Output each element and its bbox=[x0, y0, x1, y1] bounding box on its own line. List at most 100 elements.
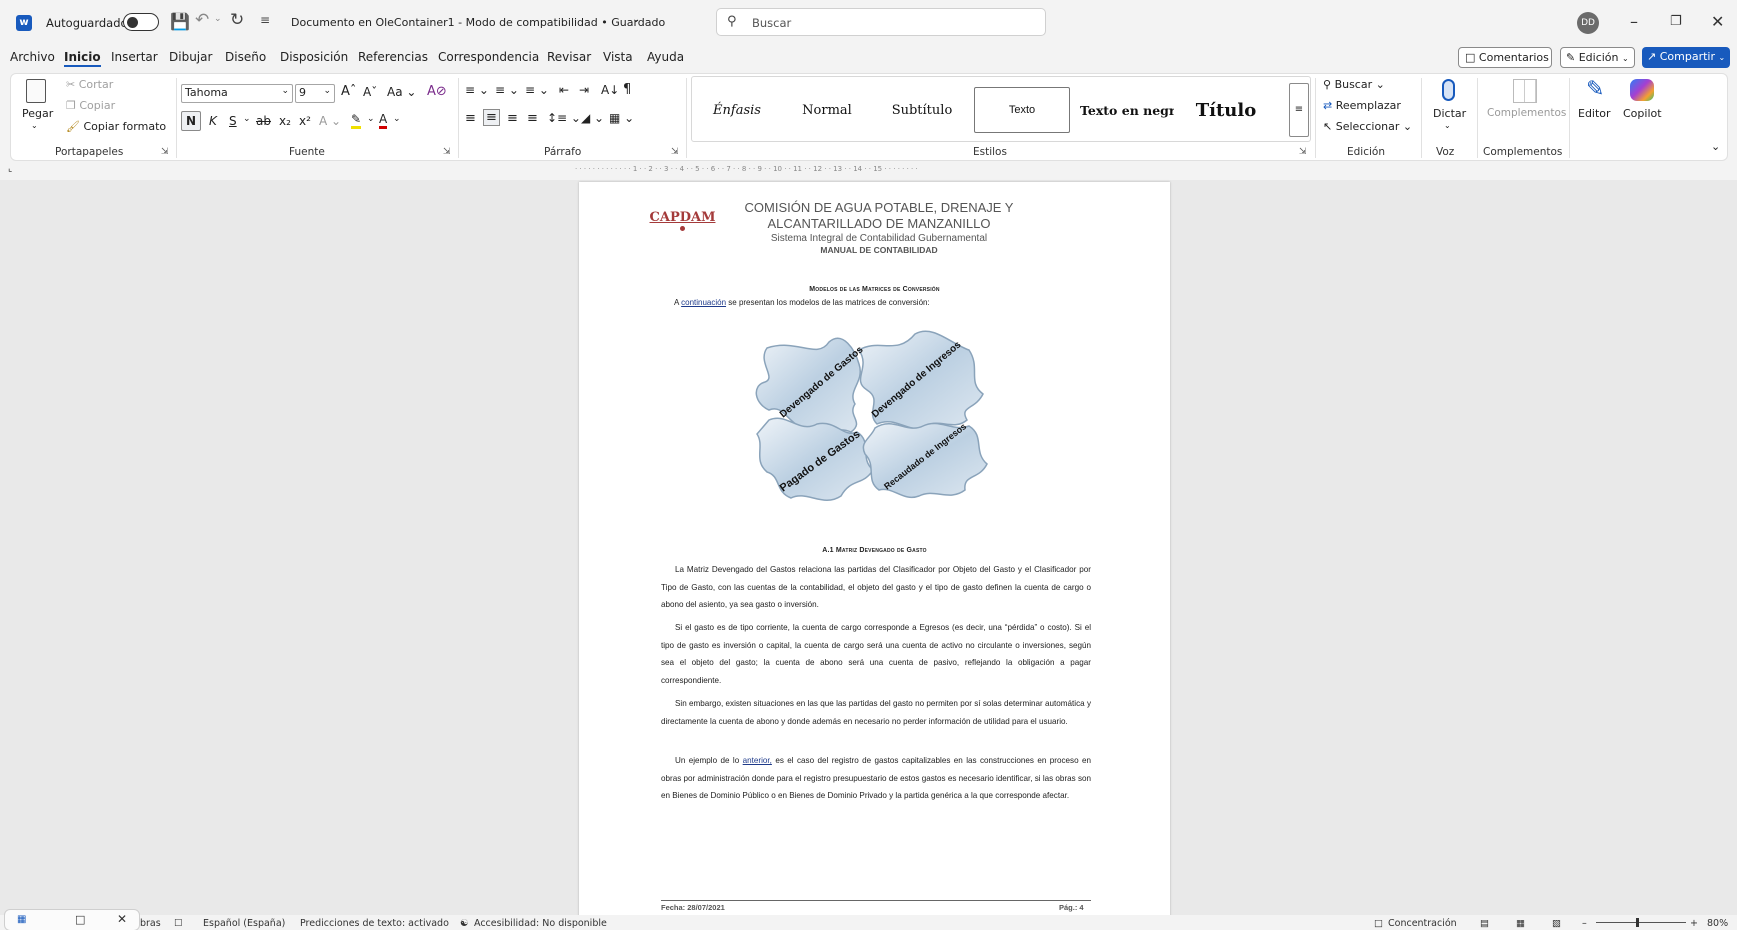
shading-icon[interactable]: ◢ ⌄ bbox=[581, 111, 604, 125]
share-button[interactable]: ↗ Compartir ⌄ bbox=[1642, 47, 1730, 68]
zoom-slider[interactable] bbox=[1596, 918, 1686, 927]
text-effects-icon[interactable]: A ⌄ bbox=[319, 114, 341, 128]
menu-ayuda[interactable]: Ayuda bbox=[647, 50, 684, 64]
text-predictions-status[interactable]: Predicciones de texto: activado bbox=[300, 918, 449, 929]
minimize-icon[interactable]: – bbox=[1630, 12, 1638, 31]
multilevel-list-icon[interactable]: ≡ ⌄ bbox=[525, 83, 549, 97]
font-color-icon[interactable]: A bbox=[379, 112, 388, 129]
read-mode-icon[interactable]: ▤ bbox=[1480, 918, 1489, 929]
clear-formatting-icon[interactable]: A⊘ bbox=[427, 84, 447, 99]
copy-button[interactable]: ❐ Copiar bbox=[66, 99, 115, 112]
align-left-icon[interactable]: ≡ bbox=[465, 111, 476, 126]
style-enfasis[interactable]: Énfasis bbox=[692, 87, 782, 133]
underline-dropdown-icon[interactable]: ⌄ bbox=[243, 114, 251, 124]
increase-indent-icon[interactable]: ⇥ bbox=[579, 83, 589, 97]
style-subtitulo[interactable]: Subtítulo bbox=[872, 87, 972, 133]
font-color-dropdown-icon[interactable]: ⌄ bbox=[393, 114, 401, 124]
paste-button[interactable]: Pegar ⌄ bbox=[17, 76, 53, 134]
restore-icon[interactable]: ❐ bbox=[1670, 14, 1682, 29]
borders-icon[interactable]: ▦ ⌄ bbox=[609, 111, 634, 125]
menu-inicio[interactable]: Inicio bbox=[64, 50, 101, 67]
word-count[interactable]: bras bbox=[140, 918, 161, 929]
document-page[interactable]: CAPDAM COMISIÓN DE AGUA POTABLE, DRENAJE… bbox=[579, 182, 1170, 917]
bullets-icon[interactable]: ≡ ⌄ bbox=[465, 83, 489, 97]
style-normal[interactable]: Normal bbox=[782, 87, 872, 133]
font-launcher-icon[interactable]: ⇲ bbox=[443, 147, 451, 157]
proofing-icon[interactable]: ☐ bbox=[174, 918, 183, 929]
format-painter-button[interactable]: 🖌 Copiar formato bbox=[66, 120, 166, 133]
menu-correspondencia[interactable]: Correspondencia bbox=[438, 50, 539, 64]
undo-dropdown-icon[interactable]: ⌄ bbox=[214, 14, 222, 24]
accessibility-status[interactable]: Accesibilidad: No disponible bbox=[474, 918, 607, 929]
menu-insertar[interactable]: Insertar bbox=[111, 50, 158, 64]
intro-link[interactable]: continuación bbox=[681, 298, 726, 307]
menu-diseno[interactable]: Diseño bbox=[225, 50, 266, 64]
zoom-slider-thumb[interactable] bbox=[1636, 918, 1639, 927]
subscript-icon[interactable]: x₂ bbox=[279, 114, 291, 128]
paragraph-launcher-icon[interactable]: ⇲ bbox=[671, 147, 679, 157]
font-size-select[interactable]: 9 ⌄ bbox=[295, 84, 335, 103]
numbering-icon[interactable]: ≡ ⌄ bbox=[495, 83, 519, 97]
find-button[interactable]: ⚲ Buscar ⌄ bbox=[1323, 78, 1385, 91]
styles-more-button[interactable]: ≡ bbox=[1289, 83, 1309, 137]
strikethrough-icon[interactable]: ab bbox=[256, 114, 271, 128]
user-avatar[interactable]: DD bbox=[1577, 12, 1599, 34]
menu-revisar[interactable]: Revisar bbox=[547, 50, 591, 64]
menu-archivo[interactable]: Archivo bbox=[10, 50, 55, 64]
highlight-color-icon[interactable]: ✎ bbox=[351, 112, 362, 129]
autosave-toggle[interactable] bbox=[123, 13, 159, 31]
editing-mode-button[interactable]: ✎ Edición ⌄ bbox=[1560, 47, 1635, 68]
close-icon[interactable]: ✕ bbox=[117, 912, 127, 926]
ribbon-collapse-icon[interactable]: ⌄ bbox=[1711, 140, 1720, 153]
zoom-out-icon[interactable]: – bbox=[1582, 918, 1587, 929]
undo-icon[interactable]: ↶ bbox=[195, 10, 209, 30]
menu-referencias[interactable]: Referencias bbox=[358, 50, 428, 64]
language-status[interactable]: Español (España) bbox=[203, 918, 285, 929]
search-box[interactable]: ⚲ Buscar bbox=[716, 8, 1046, 36]
style-texto[interactable]: Texto bbox=[974, 87, 1070, 133]
align-right-icon[interactable]: ≡ bbox=[507, 111, 518, 126]
bold-button[interactable]: N bbox=[181, 111, 201, 131]
maximize-icon[interactable]: □ bbox=[75, 913, 85, 926]
menu-dibujar[interactable]: Dibujar bbox=[169, 50, 212, 64]
save-icon[interactable]: 💾 bbox=[170, 12, 190, 31]
shrink-font-icon[interactable]: Aˇ bbox=[363, 85, 377, 99]
highlight-dropdown-icon[interactable]: ⌄ bbox=[367, 114, 375, 124]
addins-button[interactable]: Complementos bbox=[1484, 76, 1566, 138]
dictate-button[interactable]: Dictar ⌄ bbox=[1429, 76, 1467, 138]
zoom-in-icon[interactable]: + bbox=[1690, 918, 1698, 929]
close-icon[interactable]: ✕ bbox=[1711, 12, 1724, 31]
horizontal-ruler[interactable]: · · · · · · · · · · · · · 1 · · 2 · · 3 … bbox=[575, 165, 1170, 179]
p4-link[interactable]: anterior, bbox=[743, 756, 772, 765]
editor-button[interactable]: ✎ Editor bbox=[1575, 76, 1615, 138]
redo-icon[interactable]: ↻ bbox=[230, 10, 244, 30]
line-spacing-icon[interactable]: ↕≡ ⌄ bbox=[547, 111, 581, 125]
change-case-button[interactable]: Aa ⌄ bbox=[387, 85, 416, 99]
decrease-indent-icon[interactable]: ⇤ bbox=[559, 83, 569, 97]
show-marks-icon[interactable]: ¶ bbox=[623, 82, 631, 97]
menu-disposicion[interactable]: Disposición bbox=[280, 50, 348, 64]
italic-button[interactable]: K bbox=[209, 114, 217, 128]
comments-button[interactable]: □ Comentarios bbox=[1458, 47, 1552, 68]
title-chevron-down-icon[interactable]: ⌄ bbox=[632, 14, 640, 25]
clipboard-launcher-icon[interactable]: ⇲ bbox=[161, 147, 169, 157]
grow-font-icon[interactable]: Aˆ bbox=[341, 84, 356, 99]
menu-vista[interactable]: Vista bbox=[603, 50, 633, 64]
justify-icon[interactable]: ≡ bbox=[527, 111, 538, 126]
document-title[interactable]: Documento en OleContainer1 - Modo de com… bbox=[291, 16, 665, 29]
font-name-select[interactable]: Tahoma ⌄ bbox=[181, 84, 293, 103]
print-layout-icon[interactable]: ▦ bbox=[1516, 918, 1525, 929]
superscript-icon[interactable]: x² bbox=[299, 114, 311, 128]
underline-button[interactable]: S bbox=[229, 114, 237, 128]
align-center-icon[interactable]: ≡ bbox=[483, 109, 500, 126]
select-button[interactable]: ↖ Seleccionar ⌄ bbox=[1323, 120, 1412, 133]
styles-launcher-icon[interactable]: ⇲ bbox=[1299, 147, 1307, 157]
web-layout-icon[interactable]: ▧ bbox=[1552, 918, 1561, 929]
focus-mode-button[interactable]: Concentración bbox=[1388, 918, 1457, 929]
style-texto-negrita[interactable]: Texto en negri bbox=[1074, 87, 1174, 133]
ruler-corner-icon[interactable]: ⌞ bbox=[8, 164, 12, 174]
sort-icon[interactable]: A↓ bbox=[601, 83, 619, 97]
style-titulo[interactable]: Título bbox=[1176, 87, 1276, 133]
zoom-level[interactable]: 80% bbox=[1707, 918, 1728, 929]
customize-toolbar-icon[interactable]: ≡ bbox=[260, 13, 270, 27]
